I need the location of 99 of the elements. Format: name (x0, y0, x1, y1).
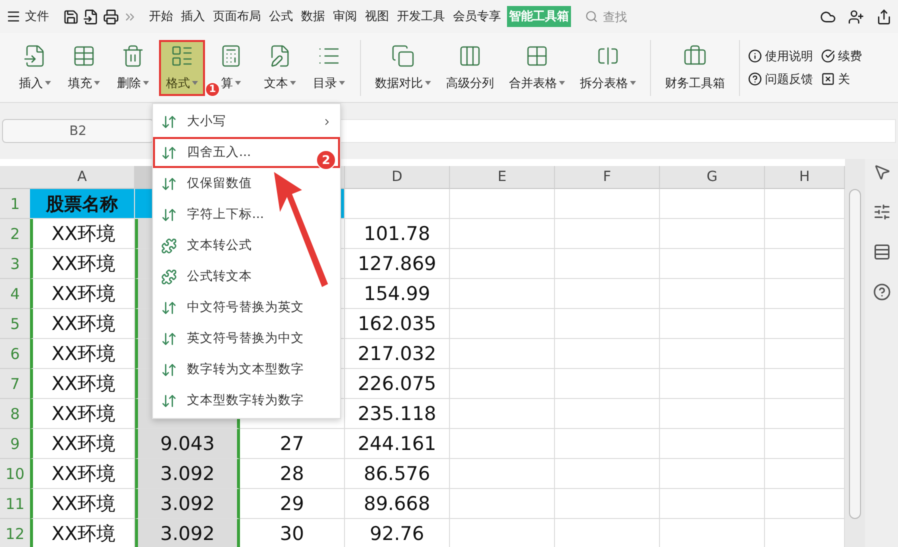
ribbon-button[interactable]: 格式 (159, 40, 205, 96)
table-cell: 235.118 (345, 399, 450, 429)
table-cell: XX环境 (30, 489, 135, 519)
menu-tab[interactable]: 审阅 (331, 6, 359, 27)
table-icon (72, 44, 96, 68)
ribbon-button[interactable]: 数据对比 (369, 40, 437, 96)
column-header[interactable]: D (345, 166, 450, 189)
cloud-icon[interactable] (820, 8, 836, 24)
ribbon-link[interactable]: 续费 (821, 48, 862, 64)
table-cell: 3.092 (135, 489, 240, 519)
table-cell: XX环境 (30, 519, 135, 547)
close-box-icon (821, 72, 835, 86)
layout-icon[interactable] (872, 243, 890, 261)
column-header[interactable]: E (450, 166, 555, 189)
menu-tab[interactable]: 页面布局 (211, 6, 263, 27)
column-header[interactable]: A (30, 166, 135, 189)
name-box[interactable]: B2 (2, 119, 154, 143)
ribbon-button[interactable]: 拆分表格 (574, 40, 642, 96)
menu-icon[interactable] (6, 9, 21, 24)
column-header[interactable]: H (765, 166, 845, 189)
scrollbar-thumb[interactable] (849, 189, 861, 519)
table-cell: 3.092 (135, 459, 240, 489)
table-cell: 89.668 (345, 489, 450, 519)
search-icon[interactable] (585, 10, 598, 23)
table-cell: XX环境 (30, 279, 135, 309)
menu-item[interactable]: 英文符号替换为中文 (153, 323, 340, 354)
printer-icon[interactable] (103, 8, 119, 24)
table-cell: 28 (240, 459, 345, 489)
menu-item[interactable]: 数字转为文本型数字 (153, 354, 340, 385)
ribbon-link[interactable]: 使用说明 (748, 48, 813, 64)
check-circle-icon (821, 49, 835, 63)
swap-icon (161, 300, 177, 316)
table-cell: 9.043 (135, 429, 240, 459)
ribbon-link[interactable]: 关 (821, 70, 862, 88)
copy-icon (391, 44, 415, 68)
ribbon-button[interactable]: 目录 (306, 40, 352, 96)
ribbon-button[interactable]: 合并表格 (503, 40, 571, 96)
ribbon-button[interactable]: 插入 (12, 40, 58, 96)
file-menu[interactable]: 文件 (25, 8, 49, 25)
briefcase-icon (683, 44, 707, 68)
add-user-icon[interactable] (848, 8, 864, 24)
help-icon (748, 72, 762, 86)
table-cell: 217.032 (345, 339, 450, 369)
columns-icon (458, 44, 482, 68)
menu-tab[interactable]: 公式 (267, 6, 295, 27)
table-cell: 29 (240, 489, 345, 519)
ribbon-button[interactable]: 填充 (61, 40, 107, 96)
table-cell: XX环境 (30, 399, 135, 429)
menu-item[interactable]: 文本型数字转为数字 (153, 385, 340, 416)
table-cell: 226.075 (345, 369, 450, 399)
swap-icon (161, 362, 177, 378)
ribbon-link[interactable]: 问题反馈 (748, 70, 813, 88)
menu-item[interactable]: 文本转公式 (153, 230, 340, 261)
table-cell: 101.78 (345, 219, 450, 249)
menu-item[interactable]: 公式转文本 (153, 261, 340, 292)
ribbon-button[interactable]: 删除 (110, 40, 156, 96)
export-icon[interactable] (83, 8, 99, 24)
menu-item[interactable]: 中文符号替换为英文 (153, 292, 340, 323)
table-cell: XX环境 (30, 309, 135, 339)
menu-tab[interactable]: 开发工具 (395, 6, 447, 27)
column-header[interactable]: F (555, 166, 660, 189)
table-cell: 154.99 (345, 279, 450, 309)
pointer-icon[interactable] (872, 163, 890, 181)
layout-icon (170, 44, 194, 68)
menu-tab[interactable]: 插入 (179, 6, 207, 27)
menu-item[interactable]: 仅保留数值 (153, 168, 340, 199)
table-cell: XX环境 (30, 459, 135, 489)
table-cell: XX环境 (30, 219, 135, 249)
table-cell: 162.035 (345, 309, 450, 339)
menu-tab[interactable]: 数据 (299, 6, 327, 27)
help-icon[interactable] (872, 283, 890, 301)
table-cell: XX环境 (30, 339, 135, 369)
menu-tab[interactable]: 会员专享 (451, 6, 503, 27)
ribbon-button[interactable]: 财务工具箱 (659, 40, 731, 96)
table-cell: 127.869 (345, 249, 450, 279)
swap-icon (161, 392, 177, 408)
menu-tab[interactable]: 视图 (363, 6, 391, 27)
table-cell: XX环境 (30, 429, 135, 459)
table-cell: 股票名称 (30, 189, 135, 219)
info-icon (748, 49, 762, 63)
share-icon[interactable] (876, 8, 892, 24)
ribbon-button[interactable]: 文本 (257, 40, 303, 96)
search-field[interactable]: 查找 (601, 8, 645, 24)
table-cell: XX环境 (30, 369, 135, 399)
ribbon-button[interactable]: 高级分列 (440, 40, 500, 96)
menu-item[interactable]: 大小写 (153, 106, 340, 137)
sliders-icon[interactable] (872, 203, 890, 221)
table-cell: 86.576 (345, 459, 450, 489)
save-icon[interactable] (63, 8, 79, 24)
column-header[interactable]: G (660, 166, 765, 189)
menu-item[interactable]: 字符上下标... (153, 199, 340, 230)
menu-tab[interactable]: 开始 (147, 6, 175, 27)
swap-icon (161, 330, 177, 346)
table-cell: 3.092 (135, 519, 240, 547)
grid-icon (525, 44, 549, 68)
table-cell: 244.161 (345, 429, 450, 459)
trash-icon (121, 44, 145, 68)
table-cell: XX环境 (30, 249, 135, 279)
table-cell: 27 (240, 429, 345, 459)
